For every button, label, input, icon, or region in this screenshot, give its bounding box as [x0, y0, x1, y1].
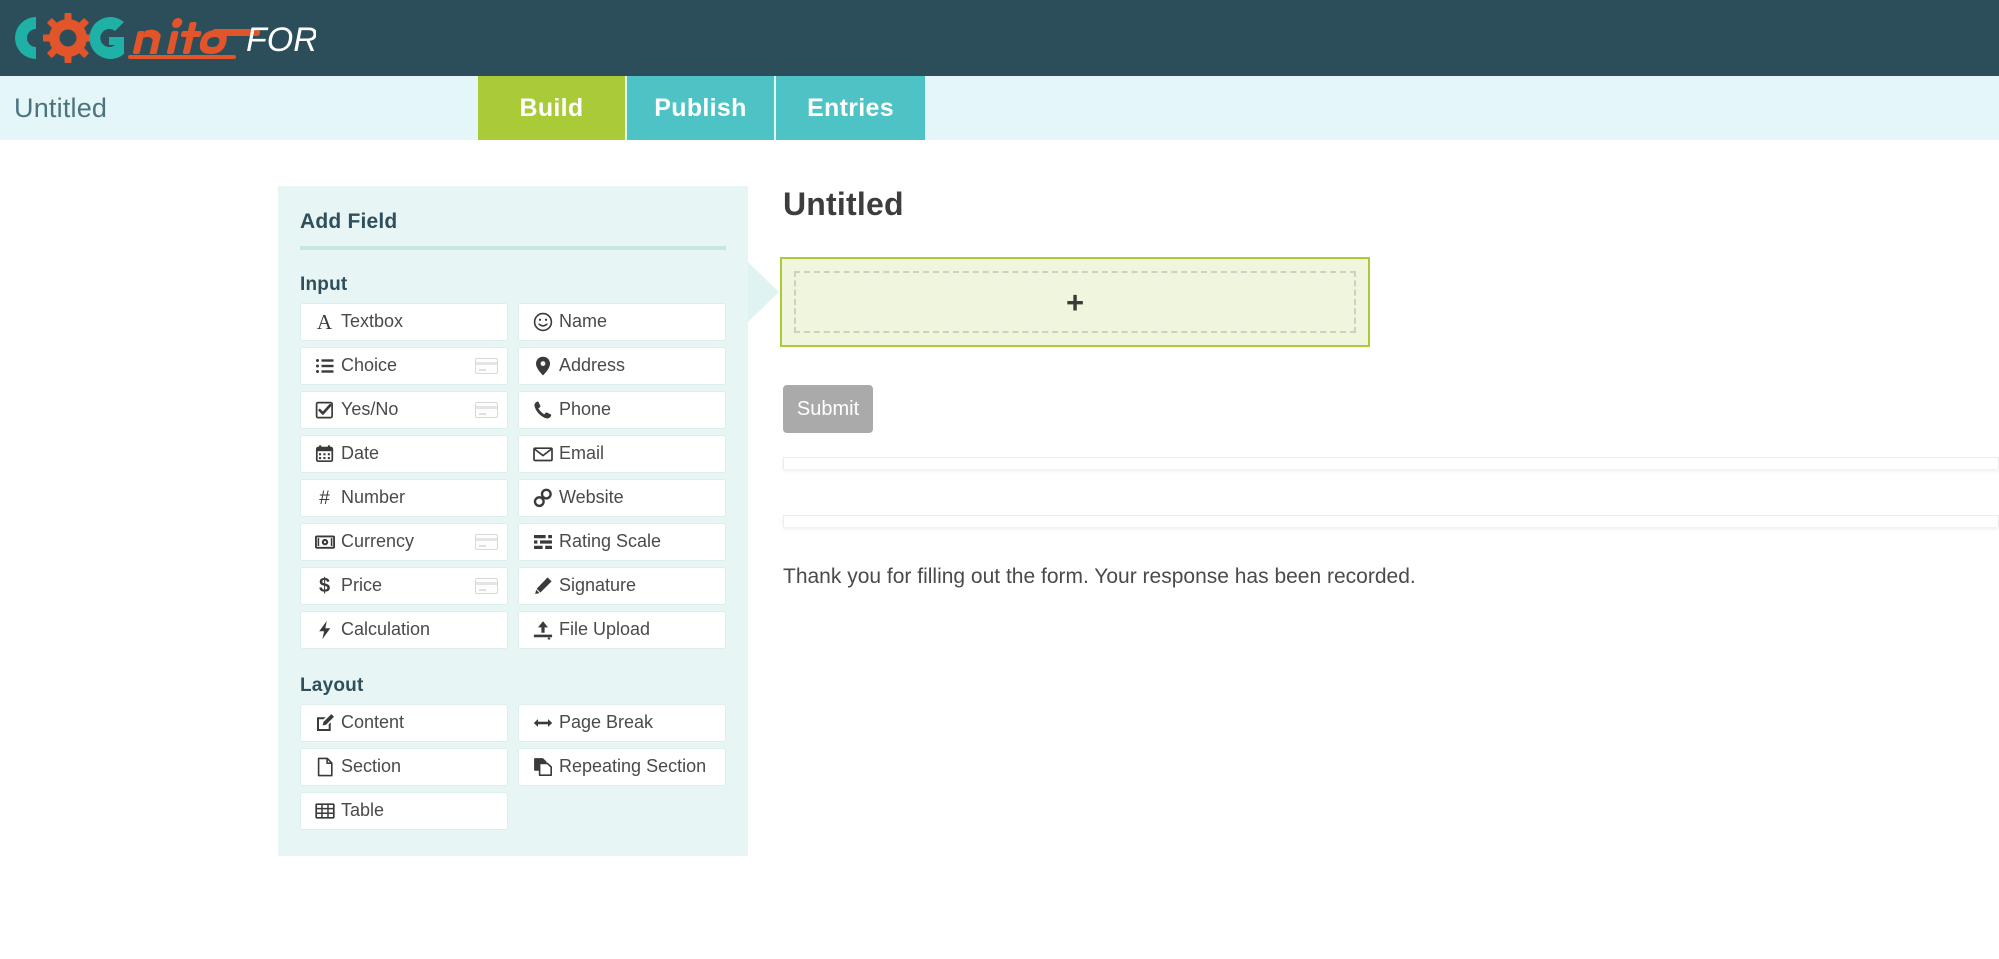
field-button-label: Email	[559, 443, 605, 463]
payment-card-badge-icon	[475, 402, 498, 418]
field-button-label: Price	[341, 575, 383, 595]
tab-list: Build Publish Entries	[478, 76, 925, 140]
dollar-sign-icon: $	[318, 575, 331, 597]
upload-icon	[530, 620, 555, 640]
field-button-label: Number	[341, 487, 406, 507]
phone-handset-icon	[530, 400, 555, 420]
field-button-label: Calculation	[341, 619, 431, 639]
panel-spacer	[300, 649, 726, 675]
edit-square-icon	[312, 713, 337, 733]
field-button-label: Currency	[341, 531, 415, 551]
field-button-table[interactable]: Table	[300, 792, 508, 830]
add-field-heading: Add Field	[300, 210, 398, 233]
field-button-rating-scale[interactable]: Rating Scale	[518, 523, 726, 561]
sliders-icon	[530, 532, 555, 552]
payment-card-badge-icon	[475, 578, 498, 594]
layout-field-grid: Content Page Break Section Repeating Sectio…	[300, 704, 726, 830]
bullet-list-icon	[312, 356, 337, 376]
cognito-forms-logo[interactable]: FORMS	[6, 8, 316, 68]
checked-box-icon	[312, 400, 337, 420]
envelope-icon	[530, 444, 555, 464]
field-button-label: Date	[341, 443, 380, 463]
tab-entries[interactable]: Entries	[776, 76, 925, 140]
field-button-currency[interactable]: Currency	[300, 523, 508, 561]
field-button-label: Website	[559, 487, 624, 507]
arrows-lr-icon	[530, 713, 555, 733]
field-button-label: Page Break	[559, 712, 654, 732]
field-button-date[interactable]: Date	[300, 435, 508, 473]
field-button-label: Yes/No	[341, 399, 399, 419]
field-button-label: Phone	[559, 399, 612, 419]
textbox-letter-a-icon: A	[316, 309, 333, 334]
group-label-layout: Layout	[300, 675, 364, 696]
form-tab-bar: Untitled Build Publish Entries	[0, 76, 1999, 140]
field-button-textbox[interactable]: A Textbox	[300, 303, 508, 341]
tab-publish[interactable]: Publish	[627, 76, 776, 140]
field-button-email[interactable]: Email	[518, 435, 726, 473]
brand-bar: FORMS	[0, 0, 1999, 76]
field-button-calculation[interactable]: Calculation	[300, 611, 508, 649]
form-preview-title: Untitled	[783, 186, 904, 222]
panel-pointer-arrow	[748, 262, 779, 322]
field-button-page-break[interactable]: Page Break	[518, 704, 726, 742]
field-button-website[interactable]: Website	[518, 479, 726, 517]
field-button-choice[interactable]: Choice	[300, 347, 508, 385]
lightning-bolt-icon	[312, 620, 337, 640]
input-field-grid: A Textbox Name Choice Address Yes/No Phone Date…	[300, 303, 726, 649]
field-button-signature[interactable]: Signature	[518, 567, 726, 605]
field-button-number[interactable]: # Number	[300, 479, 508, 517]
group-label-input: Input	[300, 274, 348, 295]
field-button-label: Choice	[341, 355, 398, 375]
map-pin-icon	[530, 356, 555, 376]
field-button-name[interactable]: Name	[518, 303, 726, 341]
document-icon	[312, 757, 337, 777]
tab-build[interactable]: Build	[478, 76, 627, 140]
smiley-face-icon	[530, 312, 555, 332]
field-dropzone[interactable]: +	[780, 257, 1370, 347]
confirmation-message: Thank you for filling out the form. Your…	[783, 565, 1416, 588]
form-section-divider-1	[783, 457, 1999, 469]
calendar-icon	[312, 444, 337, 464]
field-button-label: File Upload	[559, 619, 651, 639]
payment-card-badge-icon	[475, 534, 498, 550]
field-button-label: Repeating Section	[559, 756, 707, 776]
field-button-label: Address	[559, 355, 626, 375]
workspace: Add Field Input A Textbox Name Choice Addres…	[0, 140, 1999, 959]
field-button-file-upload[interactable]: File Upload	[518, 611, 726, 649]
field-button-label: Signature	[559, 575, 637, 595]
field-button-label: Content	[341, 712, 405, 732]
field-button-phone[interactable]: Phone	[518, 391, 726, 429]
field-button-address[interactable]: Address	[518, 347, 726, 385]
field-button-repeating-section[interactable]: Repeating Section	[518, 748, 726, 786]
submit-button[interactable]: Submit	[783, 385, 873, 433]
form-preview: Untitled + Submit Thank you for filling …	[780, 186, 1999, 589]
field-button-label: Section	[341, 756, 402, 776]
payment-card-badge-icon	[475, 358, 498, 374]
page-title: Untitled	[14, 92, 108, 123]
field-button-price[interactable]: $ Price	[300, 567, 508, 605]
link-chain-icon	[530, 488, 555, 508]
field-button-yes-no[interactable]: Yes/No	[300, 391, 508, 429]
form-section-divider-2	[783, 515, 1999, 527]
field-button-label: Rating Scale	[559, 531, 662, 551]
panel-divider	[300, 246, 726, 250]
svg-text:FORMS: FORMS	[246, 21, 316, 59]
pencil-icon	[530, 576, 555, 596]
hash-icon: #	[319, 487, 330, 509]
field-button-content[interactable]: Content	[300, 704, 508, 742]
add-field-panel: Add Field Input A Textbox Name Choice Addres…	[278, 186, 748, 856]
add-field-plus-icon[interactable]: +	[1066, 287, 1084, 318]
money-bill-icon	[312, 532, 337, 552]
field-button-label: Table	[341, 800, 385, 820]
table-grid-icon	[312, 801, 337, 821]
field-button-label: Name	[559, 311, 608, 331]
field-button-label: Textbox	[341, 311, 404, 331]
copy-icon	[530, 757, 555, 777]
field-button-section[interactable]: Section	[300, 748, 508, 786]
